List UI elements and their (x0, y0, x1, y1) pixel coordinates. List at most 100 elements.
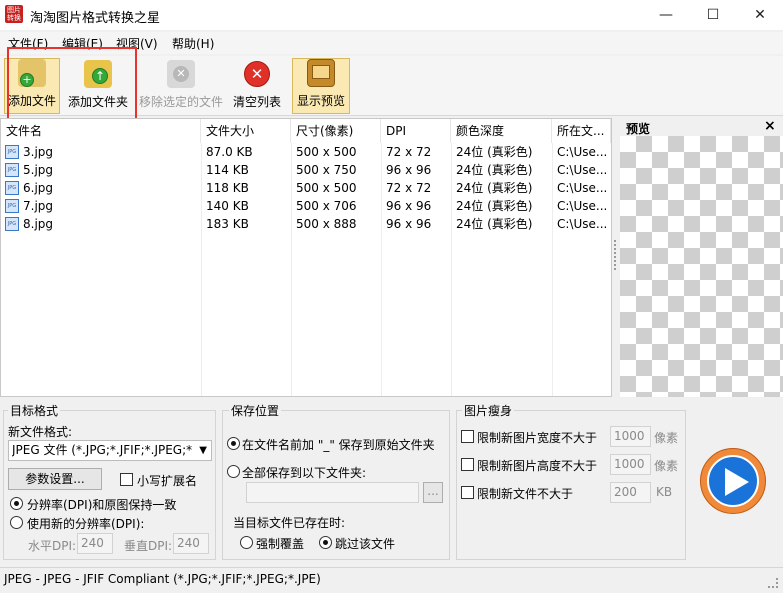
size-unit: KB (656, 485, 673, 499)
remove-selected-button[interactable]: ✕ 移除选定的文件 (138, 58, 224, 114)
file-color-depth: 24位 (真彩色) (456, 163, 533, 177)
file-name: 8.jpg (23, 217, 54, 231)
file-size: 114 KB (206, 163, 249, 177)
column-header-depth[interactable]: 颜色深度 (451, 119, 552, 143)
resize-grip[interactable] (768, 578, 778, 588)
overwrite-radio[interactable] (240, 536, 253, 549)
file-dimensions: 500 x 706 (296, 199, 357, 213)
file-location: C:\Use... (557, 199, 608, 213)
file-location: C:\Use... (557, 217, 608, 231)
remove-selected-label: 移除选定的文件 (138, 95, 223, 109)
v-dpi-input[interactable]: 240 (173, 533, 209, 554)
height-input[interactable]: 1000 (610, 454, 651, 475)
new-dpi-radio[interactable] (10, 516, 23, 529)
folder-path-input[interactable] (246, 482, 419, 503)
preview-close-icon[interactable]: × (764, 118, 776, 134)
column-header-size[interactable]: 文件大小 (201, 119, 291, 143)
limit-height-label: 限制新图片高度不大于 (477, 459, 598, 473)
limit-size-label: 限制新文件不大于 (477, 487, 574, 501)
table-row[interactable]: JPG 5.jpg 114 KB 500 x 750 96 x 96 24位 (… (1, 161, 611, 179)
column-header-name[interactable]: 文件名 (1, 119, 201, 143)
preview-header: 预览 × (618, 118, 783, 136)
h-dpi-label: 水平DPI: (28, 539, 77, 553)
start-convert-button[interactable] (700, 448, 766, 514)
save-location-title: 保存位置 (229, 402, 282, 419)
clear-list-button[interactable]: ✕ 清空列表 (230, 58, 284, 114)
width-unit: 像素 (654, 431, 679, 445)
file-dpi: 72 x 72 (386, 145, 432, 159)
column-header-dpi[interactable]: DPI (381, 119, 451, 143)
new-format-label: 新文件格式: (8, 425, 73, 439)
file-size: 118 KB (206, 181, 249, 195)
table-row[interactable]: JPG 6.jpg 118 KB 500 x 500 72 x 72 24位 (… (1, 179, 611, 197)
file-color-depth: 24位 (真彩色) (456, 217, 533, 231)
title-bar: 图片转换 淘淘图片格式转换之星 — ☐ ✕ (0, 0, 783, 30)
table-row[interactable]: JPG 7.jpg 140 KB 500 x 706 96 x 96 24位 (… (1, 197, 611, 215)
preview-icon (307, 59, 335, 87)
lowercase-ext-checkbox[interactable] (120, 473, 133, 486)
file-location: C:\Use... (557, 181, 608, 195)
app-logo: 图片转换 (5, 5, 23, 23)
column-header-dimensions[interactable]: 尺寸(像素) (291, 119, 381, 143)
h-dpi-input[interactable]: 240 (77, 533, 113, 554)
jpg-file-icon: JPG (5, 199, 19, 213)
file-name: 7.jpg (23, 199, 54, 213)
file-name: 6.jpg (23, 181, 54, 195)
table-row[interactable]: JPG 3.jpg 87.0 KB 500 x 500 72 x 72 24位 … (1, 143, 611, 161)
file-size: 183 KB (206, 217, 249, 231)
maximize-button[interactable]: ☐ (690, 0, 736, 30)
file-list[interactable]: 文件名 文件大小 尺寸(像素) DPI 颜色深度 所在文... JPG 3.jp… (0, 118, 612, 397)
overwrite-label: 强制覆盖 (256, 537, 305, 551)
save-prefix-radio[interactable] (227, 437, 240, 450)
format-select[interactable]: JPEG 文件 (*.JPG;*.JFIF;*.JPEG;* ▼ (8, 440, 212, 461)
file-dpi: 96 x 96 (386, 163, 432, 177)
save-folder-radio[interactable] (227, 465, 240, 478)
params-button[interactable]: 参数设置... (8, 468, 102, 490)
splitter-grip[interactable] (614, 240, 616, 270)
limit-height-checkbox[interactable] (461, 458, 474, 471)
new-dpi-label: 使用新的分辨率(DPI): (27, 517, 145, 531)
save-prefix-label: 在文件名前加 "_" 保存到原始文件夹 (242, 438, 435, 452)
file-color-depth: 24位 (真彩色) (456, 199, 533, 213)
file-dpi: 96 x 96 (386, 199, 432, 213)
table-row[interactable]: JPG 8.jpg 183 KB 500 x 888 96 x 96 24位 (… (1, 215, 611, 233)
file-size: 87.0 KB (206, 145, 253, 159)
preview-canvas (620, 136, 783, 397)
menu-help[interactable]: 帮助(H) (172, 35, 214, 52)
minimize-button[interactable]: — (643, 0, 689, 30)
lowercase-ext-label: 小写扩展名 (137, 474, 198, 488)
clear-list-icon: ✕ (243, 60, 271, 88)
v-dpi-label: 垂直DPI: (124, 539, 173, 553)
close-button[interactable]: ✕ (737, 0, 783, 30)
file-dimensions: 500 x 750 (296, 163, 357, 177)
jpg-file-icon: JPG (5, 181, 19, 195)
target-format-title: 目标格式 (8, 402, 61, 419)
play-arrow-icon (725, 468, 749, 496)
file-dimensions: 500 x 888 (296, 217, 357, 231)
file-name: 5.jpg (23, 163, 54, 177)
limit-size-checkbox[interactable] (461, 486, 474, 499)
limit-width-checkbox[interactable] (461, 430, 474, 443)
width-input[interactable]: 1000 (610, 426, 651, 447)
exists-label: 当目标文件已存在时: (233, 516, 346, 530)
play-icon (707, 455, 759, 507)
height-unit: 像素 (654, 459, 679, 473)
chevron-down-icon: ▼ (199, 445, 207, 456)
image-slim-title: 图片瘦身 (462, 402, 515, 419)
show-preview-button[interactable]: 显示预览 (292, 58, 350, 114)
skip-radio[interactable] (319, 536, 332, 549)
file-dimensions: 500 x 500 (296, 181, 357, 195)
file-location: C:\Use... (557, 145, 608, 159)
format-select-value: JPEG 文件 (*.JPG;*.JFIF;*.JPEG;* (12, 443, 192, 457)
jpg-file-icon: JPG (5, 163, 19, 177)
preview-title: 预览 (626, 122, 651, 136)
browse-button[interactable]: ... (423, 482, 443, 503)
column-header-location[interactable]: 所在文... (552, 119, 611, 143)
size-input[interactable]: 200 (610, 482, 651, 503)
file-dimensions: 500 x 500 (296, 145, 357, 159)
file-dpi: 96 x 96 (386, 217, 432, 231)
keep-dpi-radio[interactable] (10, 497, 23, 510)
keep-dpi-label: 分辨率(DPI)和原图保持一致 (27, 498, 177, 512)
show-preview-label: 显示预览 (296, 94, 345, 108)
file-color-depth: 24位 (真彩色) (456, 181, 533, 195)
